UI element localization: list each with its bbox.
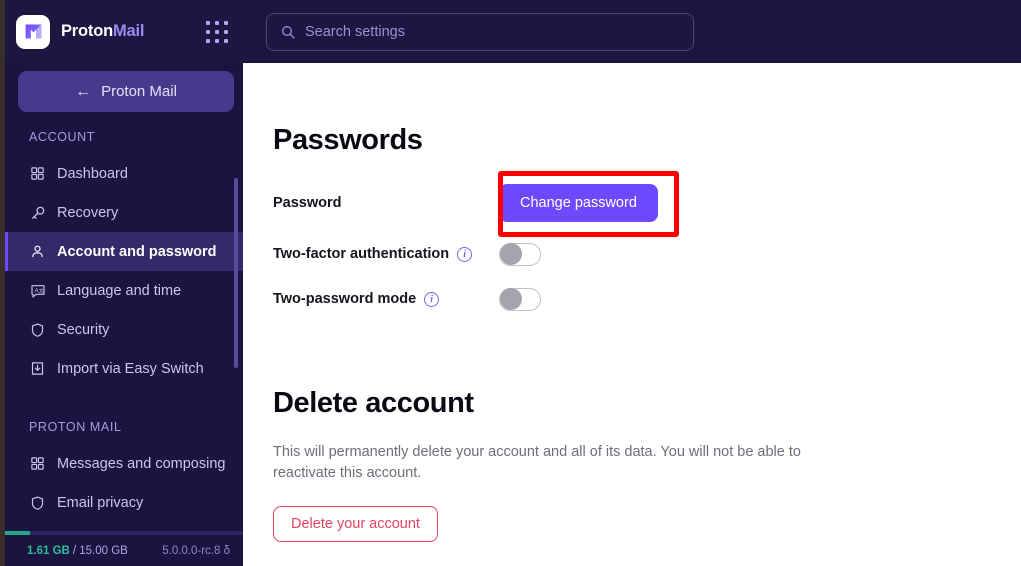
brand-word-proton: Proton <box>61 22 113 40</box>
two-password-mode-row: Two-password mode i <box>273 279 1021 319</box>
back-to-proton-mail-button[interactable]: ← Proton Mail <box>18 71 234 112</box>
translate-icon: A 文 <box>29 282 46 299</box>
back-button-label: Proton Mail <box>101 83 177 100</box>
sidebar-item-import-via-easy-switch[interactable]: Import via Easy Switch <box>5 349 243 388</box>
sidebar-item-label: Email privacy <box>57 494 144 511</box>
apps-grid-dot <box>224 20 228 25</box>
storage-info-row: 1.61 GB / 15.00 GB 5.0.0.0-rc.8 δ <box>5 535 243 566</box>
apps-grid-dot <box>224 29 228 34</box>
shield-icon <box>29 494 46 511</box>
sidebar-nav-scroll-area: ACCOUNT Dashboard Recovery Account and p… <box>5 130 243 534</box>
sidebar-item-email-privacy[interactable]: Email privacy <box>5 483 243 522</box>
sidebar-item-label: Dashboard <box>57 165 128 182</box>
change-password-button[interactable]: Change password <box>499 184 658 222</box>
section-title-delete-account: Delete account <box>273 387 474 419</box>
two-factor-authentication-row: Two-factor authentication i <box>273 234 1021 274</box>
search-icon <box>282 25 295 39</box>
sidebar-item-security[interactable]: Security <box>5 310 243 349</box>
sidebar-item-account-and-password[interactable]: Account and password <box>5 232 243 271</box>
two-factor-authentication-text: Two-factor authentication <box>273 246 450 262</box>
two-password-mode-toggle[interactable] <box>499 287 541 311</box>
two-factor-authentication-label: Two-factor authentication i <box>273 246 499 262</box>
top-header-bar: ProtonMail <box>0 0 1021 63</box>
storage-progress-bar <box>5 531 243 535</box>
brand-logo-group[interactable]: ProtonMail <box>16 14 178 49</box>
window-left-edge-strip <box>0 0 5 566</box>
sidebar-item-dashboard[interactable]: Dashboard <box>5 154 243 193</box>
storage-footer: 1.61 GB / 15.00 GB 5.0.0.0-rc.8 δ <box>5 531 243 566</box>
delete-your-account-button[interactable]: Delete your account <box>273 506 438 542</box>
sidebar-item-label: Messages and composing <box>57 455 226 472</box>
brand-word-mail: Mail <box>112 22 145 40</box>
apps-grid-dot <box>215 38 219 43</box>
sidebar-item-language-and-time[interactable]: A 文 Language and time <box>5 271 243 310</box>
info-icon[interactable]: i <box>424 291 440 307</box>
apps-grid-dot <box>206 20 210 25</box>
brand-name: ProtonMail <box>61 22 144 41</box>
apps-grid-icon[interactable] <box>200 15 234 49</box>
page-title-passwords: Passwords <box>273 124 423 156</box>
sidebar-item-messages-and-composing[interactable]: Messages and composing <box>5 444 243 483</box>
delete-account-description: This will permanently delete your accoun… <box>273 444 801 481</box>
password-label: Password <box>273 195 342 211</box>
two-factor-authentication-toggle[interactable] <box>499 242 541 266</box>
sidebar-section-label-proton-mail: PROTON MAIL <box>29 420 122 434</box>
sidebar-item-recovery[interactable]: Recovery <box>5 193 243 232</box>
search-settings-box[interactable] <box>266 12 694 51</box>
toggle-knob <box>500 243 522 265</box>
storage-progress-fill <box>5 531 31 535</box>
sidebar-item-label: Recovery <box>57 204 119 221</box>
proton-mail-envelope-icon <box>16 14 50 49</box>
apps-grid-dot <box>215 29 219 34</box>
apps-grid-dot <box>224 38 228 43</box>
sidebar-item-label: Import via Easy Switch <box>57 360 204 377</box>
storage-used-value: 1.61 GB <box>27 544 70 557</box>
storage-total-value: / 15.00 GB <box>72 544 128 557</box>
settings-main-content: Passwords Password Change password Two-f… <box>243 57 1021 566</box>
apps-grid-dot <box>215 20 219 25</box>
sidebar-item-label: Account and password <box>57 243 217 260</box>
grid-icon <box>29 165 46 182</box>
search-input[interactable] <box>305 23 680 40</box>
user-icon <box>29 243 46 260</box>
sidebar-item-label: Language and time <box>57 282 182 299</box>
password-row: Password Change password <box>273 183 1021 223</box>
import-download-icon <box>29 360 46 377</box>
app-version-label: 5.0.0.0-rc.8 δ <box>162 544 230 557</box>
settings-sidebar: ← Proton Mail ACCOUNT Dashboard Recovery… <box>5 63 243 566</box>
sidebar-section-label-account: ACCOUNT <box>29 130 96 144</box>
arrow-left-icon: ← <box>75 82 92 100</box>
toggle-knob <box>500 288 522 310</box>
two-password-mode-label: Two-password mode i <box>273 291 499 307</box>
apps-grid-dot <box>206 29 210 34</box>
sidebar-scrollbar-thumb[interactable] <box>234 178 238 368</box>
settings-app-window: ProtonMail ← Proton Mail ACCOUNT <box>0 0 1021 566</box>
sidebar-item-label: Security <box>57 321 110 338</box>
grid-icon <box>29 455 46 472</box>
key-icon <box>29 204 46 221</box>
apps-grid-dot <box>206 38 210 43</box>
info-icon[interactable]: i <box>457 246 473 262</box>
two-password-mode-text: Two-password mode <box>273 291 417 307</box>
shield-icon <box>29 321 46 338</box>
